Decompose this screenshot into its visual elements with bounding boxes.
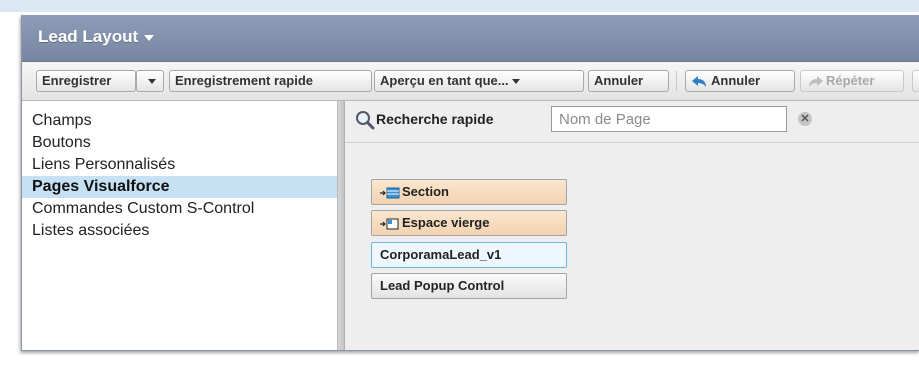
category-visualforce-pages[interactable]: Pages Visualforce xyxy=(22,176,337,198)
palette-item-label: CorporamaLead_v1 xyxy=(380,247,502,262)
pane-splitter[interactable] xyxy=(338,101,345,350)
layout-title-dropdown[interactable]: Lead Layout xyxy=(38,27,155,47)
quick-save-button[interactable]: Enregistrement rapide xyxy=(169,70,372,92)
chevron-down-icon xyxy=(144,34,155,41)
palette-item-label: Section xyxy=(402,184,449,199)
palette-item-section[interactable]: Section xyxy=(371,179,567,205)
save-button[interactable]: Enregistrer xyxy=(36,70,136,92)
blank-space-icon xyxy=(380,218,399,230)
toolbar: Enregistrer Enregistrement rapide Aperçu… xyxy=(22,62,919,101)
toolbar-overflow-button[interactable] xyxy=(912,70,919,92)
undo-label: Annuler xyxy=(711,73,761,88)
category-label: Liens Personnalisés xyxy=(32,156,176,173)
category-related-lists[interactable]: Listes associées xyxy=(32,220,149,242)
palette-item-blank-space[interactable]: Espace vierge xyxy=(371,210,567,236)
preview-as-button[interactable]: Aperçu en tant que... xyxy=(374,70,584,92)
save-button-label: Enregistrer xyxy=(42,73,112,88)
preview-as-label: Aperçu en tant que... xyxy=(380,73,509,88)
chevron-down-icon xyxy=(511,79,520,85)
category-list: Champs Boutons Liens Personnalisés Pages… xyxy=(22,101,338,350)
title-bar: Lead Layout xyxy=(22,15,919,62)
redo-icon xyxy=(809,75,823,87)
category-label: Commandes Custom S-Control xyxy=(32,200,255,217)
category-label: Listes associées xyxy=(32,222,150,239)
cancel-button[interactable]: Annuler xyxy=(588,70,669,92)
top-band xyxy=(0,0,919,12)
category-buttons[interactable]: Boutons xyxy=(32,132,91,154)
palette-divider xyxy=(345,142,919,143)
undo-button[interactable]: Annuler xyxy=(685,70,795,92)
quick-save-label: Enregistrement rapide xyxy=(175,73,313,88)
category-label: Champs xyxy=(32,112,92,129)
toolbar-separator xyxy=(676,71,677,91)
palette-item-corporamalead[interactable]: CorporamaLead_v1 xyxy=(371,242,567,268)
category-custom-links[interactable]: Liens Personnalisés xyxy=(32,154,175,176)
cancel-label: Annuler xyxy=(594,73,644,88)
chevron-down-icon xyxy=(148,79,156,85)
undo-icon xyxy=(692,75,706,87)
save-options-dropdown[interactable] xyxy=(136,70,164,92)
redo-label: Répéter xyxy=(826,73,875,88)
section-icon xyxy=(380,187,400,199)
quick-find-input[interactable] xyxy=(551,106,787,132)
quick-find-label: Recherche rapide xyxy=(376,111,494,127)
clear-icon[interactable]: ✕ xyxy=(798,112,812,126)
redo-button[interactable]: Répéter xyxy=(800,70,904,92)
category-custom-s-controls[interactable]: Commandes Custom S-Control xyxy=(32,198,254,220)
category-label: Pages Visualforce xyxy=(32,178,170,195)
palette-item-label: Espace vierge xyxy=(402,215,490,230)
palette-item-lead-popup-control[interactable]: Lead Popup Control xyxy=(371,273,567,299)
palette-pane: Recherche rapide ✕ Section Espace vierge… xyxy=(345,101,919,350)
layout-title: Lead Layout xyxy=(38,27,139,46)
quick-find-bar: Recherche rapide ✕ xyxy=(345,101,919,137)
layout-editor-panel: Lead Layout Enregistrer Enregistrement r… xyxy=(21,15,919,351)
palette-item-label: Lead Popup Control xyxy=(380,278,505,293)
search-icon xyxy=(356,111,375,130)
category-fields[interactable]: Champs xyxy=(32,110,92,132)
category-label: Boutons xyxy=(32,134,91,151)
